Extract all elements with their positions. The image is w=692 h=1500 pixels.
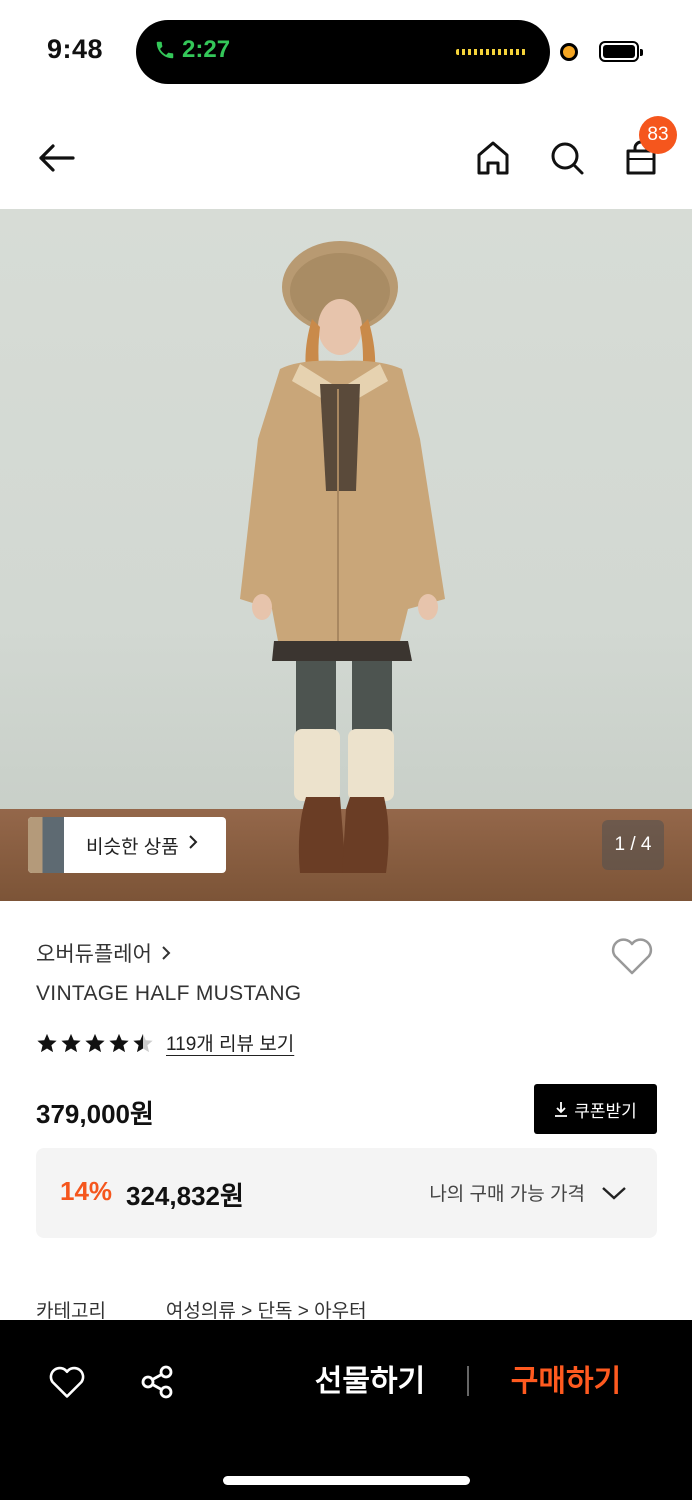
discount-price: 324,832원 <box>126 1181 244 1211</box>
call-duration: 2:27 <box>182 36 231 63</box>
star-icon <box>37 1033 57 1052</box>
phone-icon <box>156 41 174 59</box>
star-rating <box>36 1032 154 1054</box>
coupon-label: 쿠폰받기 <box>574 1101 637 1121</box>
brand-name: 오버듀플레어 <box>36 943 152 966</box>
share-button[interactable] <box>135 1360 179 1404</box>
product-image[interactable] <box>0 209 692 901</box>
star-icon <box>85 1033 105 1052</box>
product-name: VINTAGE HALF MUSTANG <box>36 982 302 1005</box>
my-price-label: 나의 구매 가능 가격 <box>429 1184 585 1205</box>
privacy-indicator-icon <box>560 43 578 61</box>
gallery-page-indicator: 1 / 4 <box>602 820 664 870</box>
wishlist-button[interactable] <box>610 936 654 981</box>
reviews-link[interactable]: 119개 리뷰 보기 <box>166 1029 294 1056</box>
star-icon <box>109 1033 129 1052</box>
home-indicator[interactable] <box>223 1476 470 1485</box>
category-label: 카테고리 <box>36 1301 106 1322</box>
dynamic-island[interactable]: 2:27 <box>136 20 550 84</box>
bottom-divider <box>467 1366 469 1396</box>
heart-icon <box>49 1366 85 1398</box>
download-icon <box>555 1102 568 1117</box>
bottom-wishlist-button[interactable] <box>45 1360 89 1404</box>
status-time: 9:48 <box>47 34 104 64</box>
my-price-toggle[interactable]: 나의 구매 가능 가격 <box>429 1179 627 1206</box>
search-button[interactable] <box>543 134 591 182</box>
battery-icon <box>599 41 643 62</box>
status-bar: 9:48 2:27 <box>0 0 692 100</box>
back-button[interactable] <box>32 134 80 182</box>
gift-button[interactable]: 선물하기 <box>300 1358 440 1406</box>
star-icon <box>61 1033 81 1052</box>
chevron-down-icon <box>602 1186 626 1200</box>
half-star-icon <box>133 1033 153 1052</box>
share-icon <box>141 1365 173 1399</box>
home-icon <box>477 141 509 175</box>
rating-row: 119개 리뷰 보기 <box>36 1029 294 1056</box>
home-button[interactable] <box>469 134 517 182</box>
call-indicator: 2:27 <box>154 36 230 64</box>
back-arrow-icon <box>39 144 75 172</box>
brand-link[interactable]: 오버듀플레어 <box>36 938 172 968</box>
coupon-button[interactable]: 쿠폰받기 <box>534 1084 657 1134</box>
similar-products-label: 비슷한 상품 <box>86 836 179 858</box>
similar-thumbnail <box>28 817 64 873</box>
audio-waveform-icon <box>456 49 526 55</box>
top-nav <box>0 110 692 206</box>
similar-products-button[interactable]: 비슷한 상품 <box>28 817 226 873</box>
discount-percent: 14% <box>60 1176 113 1206</box>
chevron-right-icon <box>162 946 171 960</box>
search-icon <box>551 142 584 175</box>
heart-icon <box>611 938 653 975</box>
bottom-action-bar <box>0 1320 692 1500</box>
cart-count-badge: 83 <box>639 116 677 154</box>
chevron-right-icon <box>187 833 199 857</box>
original-price: 379,000원 <box>36 1099 154 1129</box>
model-figure <box>240 241 445 873</box>
category-path[interactable]: 여성의류 > 단독 > 아우터 <box>166 1296 367 1323</box>
my-price-panel[interactable]: 14% 324,832원 나의 구매 가능 가격 <box>36 1148 657 1238</box>
buy-button[interactable]: 구매하기 <box>496 1358 636 1406</box>
category-row: 카테고리 여성의류 > 단독 > 아우터 <box>36 1296 367 1323</box>
